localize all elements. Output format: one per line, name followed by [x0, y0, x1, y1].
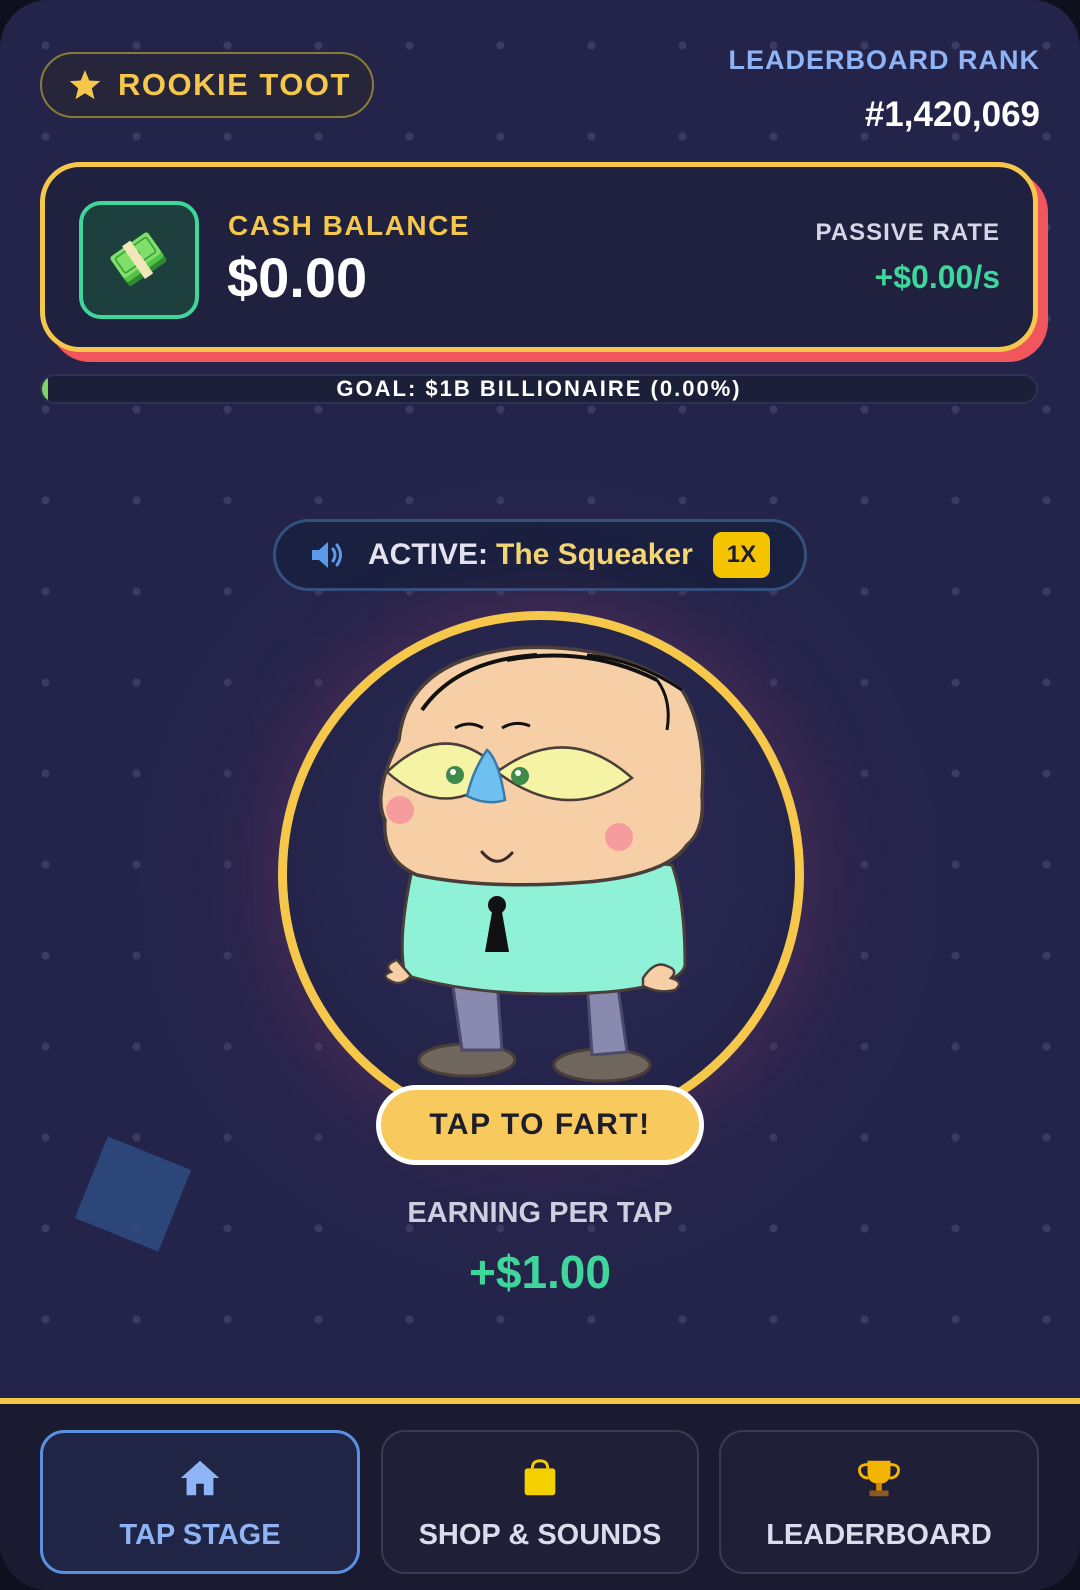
goal-progress-text: GOAL: $1B BILLIONAIRE (0.00%) [336, 376, 742, 401]
home-icon [180, 1460, 220, 1495]
passive-rate-value: +$0.00/s [874, 259, 1000, 295]
rank-title-badge: ROOKIE TOOT [40, 52, 374, 118]
bottom-navigation: TAP STAGE SHOP & SOUNDS LEADERBOARD [0, 1398, 1080, 1590]
rank-title-label: ROOKIE TOOT [118, 67, 351, 102]
decorative-square [74, 1136, 192, 1252]
nav-leaderboard[interactable]: LEADERBOARD [719, 1430, 1039, 1574]
cash-balance-label: CASH BALANCE [228, 210, 470, 241]
balance-card: CASH BALANCE $0.00 PASSIVE RATE +$0.00/s [40, 162, 1038, 352]
nav-label-tap-stage: TAP STAGE [119, 1518, 281, 1551]
cash-icon-box [79, 201, 199, 319]
passive-rate-label: PASSIVE RATE [815, 219, 1000, 246]
active-sound-label: ACTIVE: [368, 538, 488, 571]
active-sound-name: The Squeaker [496, 538, 693, 571]
character-tap-area[interactable] [278, 611, 804, 1137]
trophy-icon [858, 1460, 900, 1496]
earning-per-tap-value: +$1.00 [469, 1246, 611, 1298]
star-icon [69, 70, 101, 100]
cash-stack-icon [110, 232, 167, 286]
active-sound-pill[interactable]: ACTIVE: The Squeaker 1X [273, 519, 807, 591]
speaker-icon [312, 542, 342, 568]
nav-label-leaderboard: LEADERBOARD [766, 1518, 992, 1551]
leaderboard-rank-value: #1,420,069 [864, 95, 1040, 134]
nav-tap-stage[interactable]: TAP STAGE [40, 1430, 360, 1574]
shopping-bag-icon [524, 1458, 556, 1495]
character-illustration [379, 645, 705, 1083]
multiplier-badge: 1X [712, 532, 771, 578]
nav-label-shop-sounds: SHOP & SOUNDS [418, 1518, 662, 1551]
goal-progress-bar: GOAL: $1B BILLIONAIRE (0.00%) [40, 374, 1038, 404]
leaderboard-rank-label: LEADERBOARD RANK [728, 45, 1040, 75]
tap-to-fart-button[interactable]: TAP TO FART! [376, 1085, 704, 1165]
app-screen: ROOKIE TOOT LEADERBOARD RANK #1,420,069 … [0, 0, 1080, 1590]
nav-shop-sounds[interactable]: SHOP & SOUNDS [381, 1430, 699, 1574]
cash-balance-value: $0.00 [227, 246, 368, 309]
